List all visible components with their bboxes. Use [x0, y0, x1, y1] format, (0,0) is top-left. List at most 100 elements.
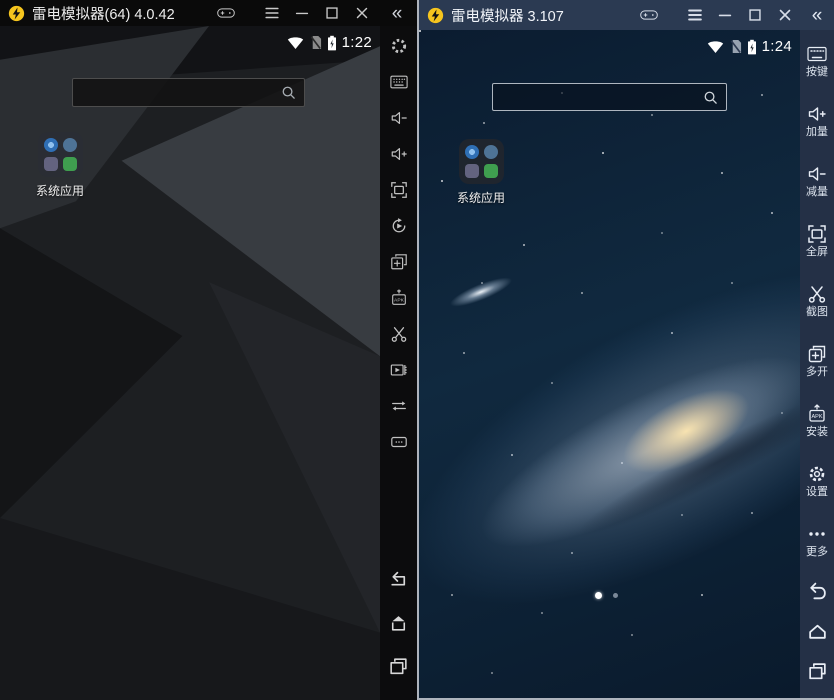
apk-install-button[interactable]: APK 安装: [800, 390, 834, 450]
toolbar-item-label: 全屏: [806, 247, 828, 258]
toolbar: 按键 加量 减量: [800, 30, 834, 698]
sidebar-collapse-icon[interactable]: «: [377, 4, 417, 23]
status-bar: 1:24: [419, 30, 800, 56]
maximize-button[interactable]: [317, 2, 347, 24]
mini-app-icon: [63, 138, 77, 152]
nav-buttons: [380, 559, 417, 700]
app-folder-system[interactable]: 系统应用: [450, 139, 512, 206]
android-screen[interactable]: 1:22: [0, 26, 380, 700]
volume-up-icon: [807, 104, 827, 124]
back-icon[interactable]: [380, 559, 417, 602]
screenshot-icon[interactable]: [380, 316, 417, 352]
volume-down-button[interactable]: 减量: [800, 150, 834, 210]
small-galaxy: [434, 265, 528, 320]
folder-tile[interactable]: [38, 132, 83, 177]
menu-icon[interactable]: [257, 2, 287, 24]
search-input[interactable]: [73, 79, 281, 106]
apk-install-icon: APK: [807, 404, 827, 424]
folder-tile[interactable]: [459, 139, 504, 184]
page-indicator: [595, 592, 618, 599]
minimize-button[interactable]: [710, 4, 740, 26]
toolbar-item-label: 减量: [806, 187, 828, 198]
screen-record-icon[interactable]: [380, 352, 417, 388]
search-icon[interactable]: [281, 85, 296, 100]
titlebar[interactable]: 雷电模拟器 3.107: [419, 0, 834, 30]
minimize-button[interactable]: [287, 2, 317, 24]
android-screen[interactable]: 1:24: [419, 30, 800, 698]
home-icon[interactable]: [800, 610, 834, 650]
recent-apps-icon[interactable]: [800, 650, 834, 690]
sidebar-collapse-icon[interactable]: «: [800, 6, 834, 25]
keyboard-icon: [807, 44, 827, 64]
svg-text:APK: APK: [394, 298, 405, 304]
titlebar[interactable]: 雷电模拟器(64) 4.0.42: [0, 0, 417, 26]
folder-label: 系统应用: [36, 182, 84, 199]
svg-text:APK: APK: [811, 414, 822, 420]
search-bar[interactable]: [72, 78, 305, 107]
search-icon[interactable]: [703, 90, 718, 105]
wifi-icon: [287, 36, 304, 50]
close-button[interactable]: [770, 4, 800, 26]
no-sim-icon: [309, 35, 322, 50]
status-bar: 1:22: [0, 26, 380, 52]
close-button[interactable]: [347, 2, 377, 24]
toolbar-item-label: 截图: [806, 307, 828, 318]
battery-charging-icon: [327, 35, 337, 51]
more-icon: [807, 524, 827, 544]
menu-icon[interactable]: [680, 4, 710, 26]
multi-instance-icon[interactable]: [380, 244, 417, 280]
rotate-screen-icon[interactable]: [380, 208, 417, 244]
volume-up-icon[interactable]: [380, 136, 417, 172]
volume-down-icon[interactable]: [380, 100, 417, 136]
mini-app-icon: [465, 164, 479, 178]
toolbar: APK: [380, 26, 417, 700]
toolbar-item-label: 更多: [806, 547, 828, 558]
mini-app-icon: [484, 145, 498, 159]
search-input[interactable]: [493, 84, 703, 110]
search-bar[interactable]: [492, 83, 727, 111]
recent-apps-icon[interactable]: [380, 645, 417, 688]
page-dot-active: [595, 592, 602, 599]
apk-install-icon[interactable]: APK: [380, 280, 417, 316]
fullscreen-icon: [807, 224, 827, 244]
wallpaper: [0, 26, 380, 700]
shared-folder-icon[interactable]: [380, 388, 417, 424]
desktop: 雷电模拟器(64) 4.0.42: [0, 0, 834, 700]
toolbar-item-label: 设置: [806, 487, 828, 498]
mini-app-icon: [484, 164, 498, 178]
keyboard-icon[interactable]: [380, 64, 417, 100]
more-button[interactable]: 更多: [800, 510, 834, 570]
mini-app-icon: [44, 157, 58, 171]
settings-icon: [807, 464, 827, 484]
fullscreen-icon[interactable]: [380, 172, 417, 208]
home-icon[interactable]: [380, 602, 417, 645]
toolbar-item-label: 按键: [806, 67, 828, 78]
toolbar-item-label: 安装: [806, 427, 828, 438]
emulator-window-ldplayer4: 雷电模拟器(64) 4.0.42: [0, 0, 417, 700]
keymapping-button[interactable]: 按键: [800, 30, 834, 90]
back-icon[interactable]: [800, 570, 834, 610]
more-options-icon[interactable]: [380, 424, 417, 460]
volume-down-icon: [807, 164, 827, 184]
settings-button[interactable]: 设置: [800, 450, 834, 510]
toolbar-item-label: 加量: [806, 127, 828, 138]
toolbar-item-label: 多开: [806, 367, 828, 378]
settings-icon[interactable]: [380, 28, 417, 64]
volume-up-button[interactable]: 加量: [800, 90, 834, 150]
app-folder-system[interactable]: 系统应用: [29, 132, 91, 199]
fullscreen-button[interactable]: 全屏: [800, 210, 834, 270]
emulator-window-ldplayer3: 雷电模拟器 3.107: [417, 0, 834, 700]
clock: 1:22: [342, 34, 372, 51]
screenshot-icon: [807, 284, 827, 304]
nav-buttons: [800, 570, 834, 698]
gamepad-icon[interactable]: [634, 4, 664, 26]
multi-instance-button[interactable]: 多开: [800, 330, 834, 390]
multi-instance-icon: [807, 344, 827, 364]
mini-app-icon: [465, 145, 479, 159]
screenshot-button[interactable]: 截图: [800, 270, 834, 330]
battery-charging-icon: [747, 39, 757, 55]
mini-app-icon: [44, 138, 58, 152]
wifi-icon: [707, 40, 724, 54]
gamepad-icon[interactable]: [211, 2, 241, 24]
maximize-button[interactable]: [740, 4, 770, 26]
